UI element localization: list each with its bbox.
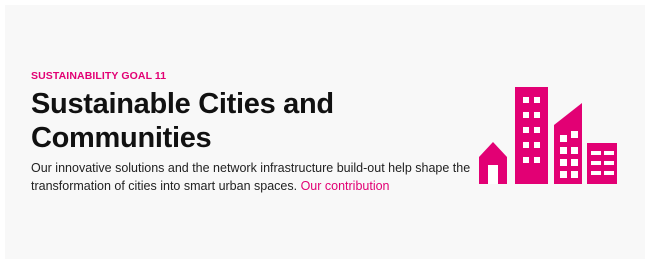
- goal-description: Our innovative solutions and the network…: [31, 159, 471, 195]
- goal-title-line-1: Sustainable Cities and: [31, 88, 334, 120]
- goal-eyebrow: SUSTAINABILITY GOAL 11: [31, 70, 167, 82]
- goal-description-text: Our innovative solutions and the network…: [31, 161, 471, 193]
- goal-text-block: SUSTAINABILITY GOAL 11 Sustainable Citie…: [31, 70, 471, 195]
- sustainability-goal-card: SUSTAINABILITY GOAL 11 Sustainable Citie…: [5, 5, 645, 259]
- goal-title: Sustainable Cities and Communities: [31, 87, 471, 155]
- city-buildings-icon: [479, 87, 617, 184]
- our-contribution-link[interactable]: Our contribution: [301, 179, 390, 193]
- goal-title-line-2: Communities: [31, 122, 212, 154]
